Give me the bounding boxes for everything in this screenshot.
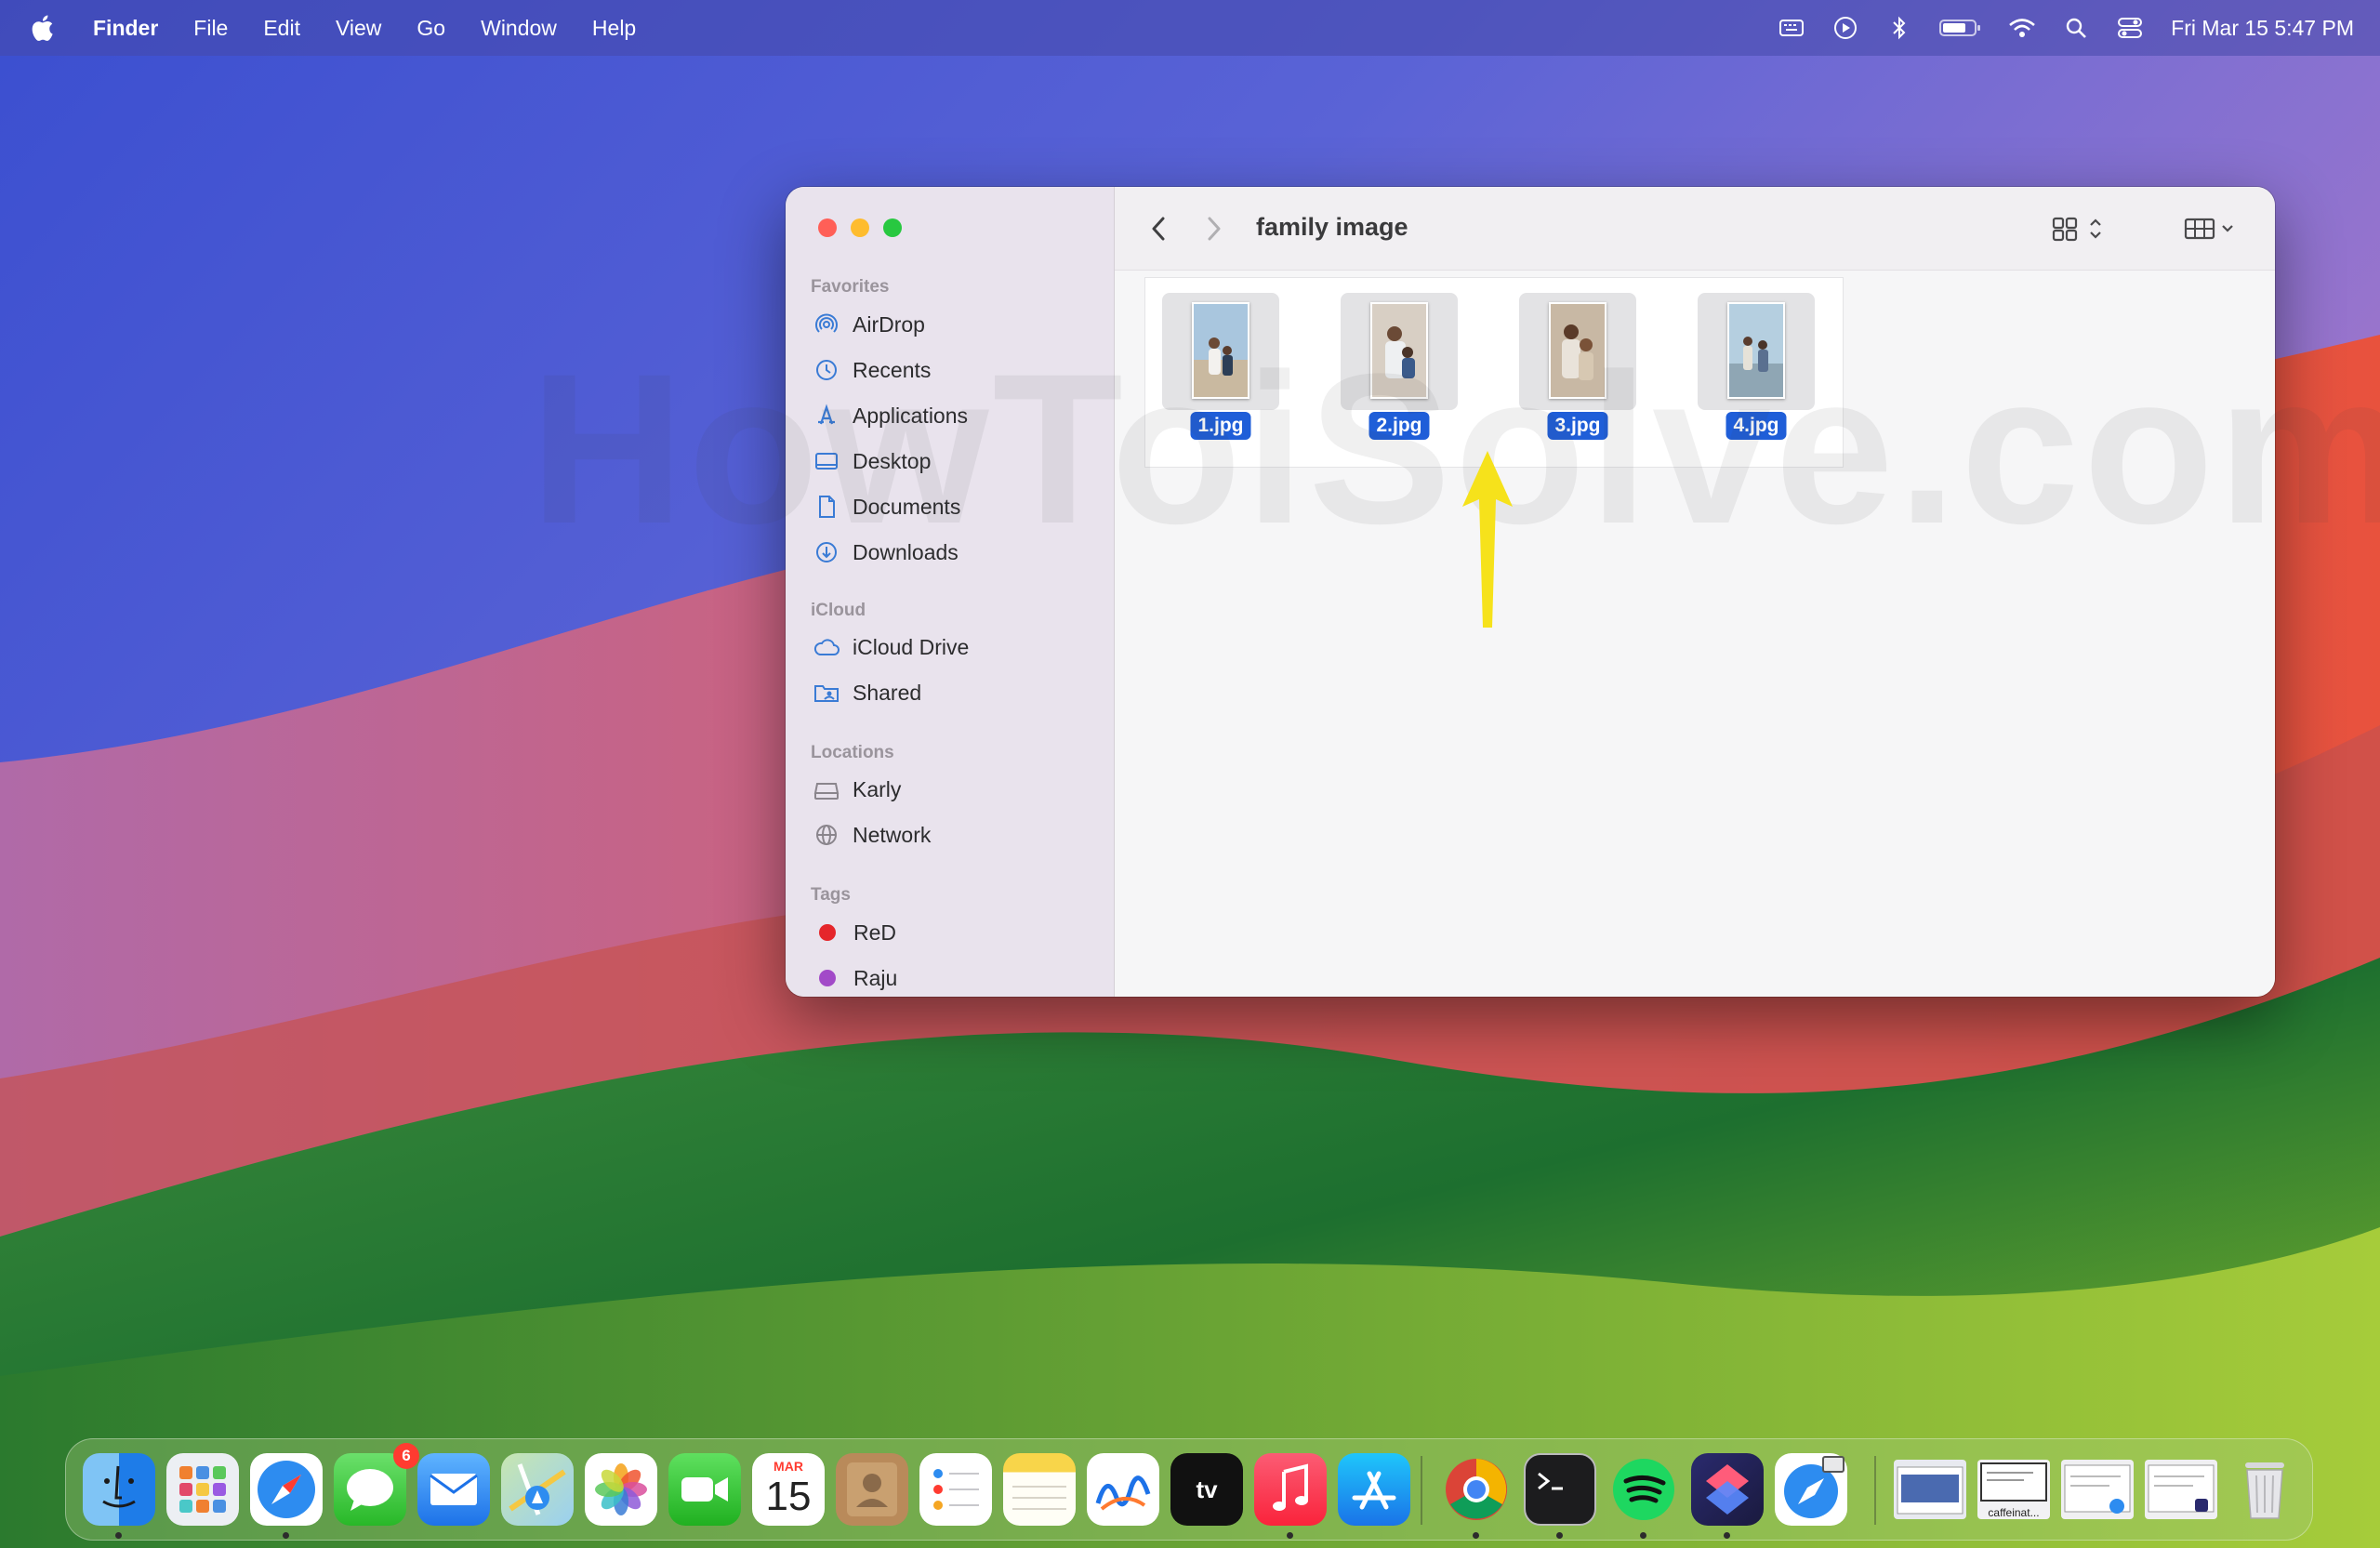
dock: 6 MAR 15 tv caffeinat... [65, 1438, 2313, 1541]
running-indicator [1473, 1532, 1479, 1539]
sidebar-item-label: ReD [853, 920, 897, 945]
running-indicator [1556, 1532, 1563, 1539]
sidebar-item-icloud-drive[interactable]: iCloud Drive [813, 628, 969, 666]
finder-sidebar: Favorites AirDrop Recents Applications D… [786, 187, 1115, 997]
caffeinate-label: caffeinat... [1988, 1506, 2040, 1519]
sidebar-section-icloud: iCloud [811, 601, 866, 620]
sidebar-section-favorites: Favorites [811, 277, 890, 297]
battery-icon[interactable] [1938, 13, 1983, 43]
annotation-arrow-icon [1462, 451, 1513, 628]
bluetooth-icon[interactable] [1884, 13, 1914, 43]
spotlight-search-icon[interactable] [2061, 13, 2091, 43]
dock-safari-icon[interactable] [250, 1453, 323, 1526]
dock-contacts-icon[interactable] [836, 1453, 908, 1526]
dock-facetime-icon[interactable] [668, 1453, 741, 1526]
dock-spotify-icon[interactable] [1607, 1453, 1680, 1526]
dock-freeform-icon[interactable] [1087, 1453, 1159, 1526]
running-indicator [1287, 1532, 1293, 1539]
zoom-button[interactable] [883, 218, 902, 237]
dock-mail-icon[interactable] [417, 1453, 490, 1526]
sidebar-item-label: Shared [853, 680, 922, 705]
dock-separator [1421, 1456, 1422, 1525]
dock-chrome-icon[interactable] [1440, 1453, 1513, 1526]
purple-tag-icon [819, 970, 836, 986]
dock-finder-icon[interactable] [83, 1453, 155, 1526]
sidebar-item-label: iCloud Drive [853, 634, 970, 659]
running-indicator [1640, 1532, 1646, 1539]
dock-calendar-icon[interactable]: MAR 15 [752, 1453, 825, 1526]
messages-badge: 6 [393, 1443, 419, 1469]
dock-reminders-icon[interactable] [919, 1453, 992, 1526]
finder-toolbar: family image [1115, 187, 2275, 271]
svg-text:tv: tv [1196, 1475, 1218, 1503]
control-center-icon[interactable] [2115, 13, 2145, 43]
dock-music-icon[interactable] [1254, 1453, 1327, 1526]
dock-launchpad-icon[interactable] [166, 1453, 239, 1526]
keyboard-icon[interactable] [1777, 13, 1806, 43]
sidebar-item-tag-red[interactable]: ReD [813, 914, 896, 951]
menu-window[interactable]: Window [481, 16, 557, 41]
sidebar-section-locations: Locations [811, 743, 894, 762]
dock-photos-icon[interactable] [585, 1453, 657, 1526]
dock-safari-screen-icon[interactable] [1775, 1453, 1847, 1526]
calendar-day: 15 [765, 1474, 812, 1519]
dock-minimized-window-icon[interactable] [2061, 1460, 2134, 1519]
dock-apple-tv-icon[interactable]: tv [1170, 1453, 1243, 1526]
running-indicator [115, 1532, 122, 1539]
sidebar-item-label: Karly [853, 776, 902, 801]
wifi-icon[interactable] [2007, 13, 2037, 43]
dock-app-store-icon[interactable] [1338, 1453, 1410, 1526]
menu-edit[interactable]: Edit [263, 16, 300, 41]
sidebar-item-tag-raju[interactable]: Raju [813, 959, 897, 997]
dock-maps-icon[interactable] [501, 1453, 574, 1526]
sidebar-item-network[interactable]: Network [813, 816, 931, 853]
forward-button[interactable] [1200, 210, 1228, 247]
menu-file[interactable]: File [193, 16, 228, 41]
menu-view[interactable]: View [336, 16, 381, 41]
finder-window: Favorites AirDrop Recents Applications D… [786, 187, 2275, 997]
calendar-month: MAR [774, 1459, 803, 1474]
globe-icon [813, 822, 840, 848]
sidebar-item-label: Network [853, 822, 932, 847]
apple-menu-icon[interactable] [28, 12, 60, 44]
play-icon[interactable] [1831, 13, 1860, 43]
dock-separator [1874, 1456, 1876, 1525]
sidebar-section-tags: Tags [811, 885, 851, 905]
menu-go[interactable]: Go [416, 16, 445, 41]
cloud-icon [813, 634, 840, 660]
menu-app-finder[interactable]: Finder [93, 16, 158, 41]
close-button[interactable] [818, 218, 837, 237]
dock-shortcuts-icon[interactable] [1691, 1453, 1764, 1526]
dock-trash-icon[interactable] [2228, 1453, 2301, 1526]
icon-view-button[interactable] [2049, 210, 2110, 247]
window-controls [818, 218, 916, 237]
menu-bar: Finder File Edit View Go Window Help Fri… [0, 0, 2380, 56]
menu-help[interactable]: Help [592, 16, 636, 41]
running-indicator [283, 1532, 289, 1539]
hard-drive-icon [813, 776, 840, 802]
sidebar-item-shared[interactable]: Shared [813, 674, 921, 711]
dock-minimized-window-icon[interactable] [1894, 1460, 1966, 1519]
menubar-clock[interactable]: Fri Mar 15 5:47 PM [2171, 16, 2354, 41]
dock-notes-icon[interactable] [1003, 1453, 1076, 1526]
group-by-button[interactable] [2181, 210, 2242, 247]
window-title: family image [1256, 213, 1408, 241]
running-indicator [1724, 1532, 1730, 1539]
red-tag-icon [819, 924, 836, 941]
back-button[interactable] [1144, 210, 1172, 247]
dock-caffeinate-window-icon[interactable]: caffeinat... [1977, 1460, 2050, 1519]
sidebar-item-label: Raju [853, 965, 898, 990]
dock-minimized-window-icon[interactable] [2145, 1460, 2217, 1519]
shared-folder-icon [813, 680, 840, 706]
minimize-button[interactable] [851, 218, 869, 237]
dock-terminal-icon[interactable] [1524, 1453, 1596, 1526]
sidebar-item-karly[interactable]: Karly [813, 771, 901, 808]
